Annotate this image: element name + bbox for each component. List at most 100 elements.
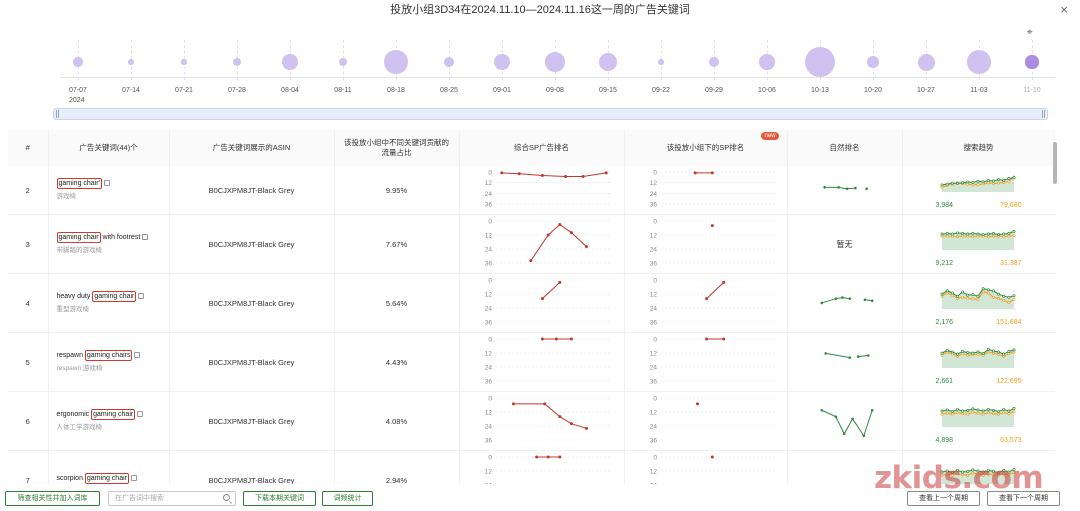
trend-point[interactable] bbox=[986, 407, 990, 411]
rank-point[interactable] bbox=[546, 233, 550, 237]
keyword-text[interactable]: ergonomic gaming chair bbox=[57, 409, 169, 420]
trend-point[interactable] bbox=[940, 409, 943, 412]
rank-point[interactable] bbox=[693, 171, 697, 175]
organic-point[interactable] bbox=[823, 352, 827, 355]
week-bubble[interactable] bbox=[384, 50, 408, 74]
keyword-search-input[interactable]: 在广告词中搜索 bbox=[108, 491, 236, 506]
download-keywords-button[interactable]: 下载本期关键词 bbox=[243, 491, 316, 506]
trend-point[interactable] bbox=[991, 295, 995, 299]
trend-point[interactable] bbox=[991, 288, 995, 292]
trend-point[interactable] bbox=[950, 232, 954, 235]
trend-point[interactable] bbox=[950, 181, 954, 185]
trend-point[interactable] bbox=[965, 412, 969, 416]
trend-point[interactable] bbox=[996, 350, 1000, 353]
trend-point[interactable] bbox=[991, 411, 995, 415]
week-bubble[interactable] bbox=[128, 59, 134, 65]
trend-point[interactable] bbox=[960, 289, 964, 293]
trend-point[interactable] bbox=[991, 348, 995, 352]
organic-point[interactable] bbox=[856, 355, 859, 358]
filter-relevance-button[interactable]: 筛查相关性并加入词库 bbox=[5, 491, 100, 506]
rank-point[interactable] bbox=[540, 174, 544, 178]
keyword-text[interactable]: scorpion gaming chair bbox=[57, 473, 169, 484]
trend-point[interactable] bbox=[955, 230, 959, 234]
organic-point[interactable] bbox=[820, 301, 823, 305]
week-bubble[interactable] bbox=[443, 56, 455, 68]
trend-point[interactable] bbox=[981, 289, 985, 293]
trend-point[interactable] bbox=[945, 182, 949, 186]
organic-point[interactable] bbox=[822, 186, 826, 189]
rank-point[interactable] bbox=[542, 402, 546, 406]
organic-point[interactable] bbox=[848, 297, 851, 300]
table-vertical-scrollbar[interactable] bbox=[1053, 142, 1057, 184]
rank-point[interactable] bbox=[528, 259, 532, 263]
trend-point[interactable] bbox=[965, 408, 969, 412]
rank-point[interactable] bbox=[557, 223, 561, 226]
trend-point[interactable] bbox=[976, 232, 979, 235]
trend-point[interactable] bbox=[1001, 298, 1005, 302]
trend-point[interactable] bbox=[976, 407, 979, 411]
week-bubble[interactable] bbox=[1025, 55, 1039, 69]
week-bubble[interactable] bbox=[545, 52, 565, 72]
trend-point[interactable] bbox=[976, 350, 979, 353]
trend-point[interactable] bbox=[970, 292, 974, 296]
trend-point[interactable] bbox=[1006, 409, 1010, 412]
search-icon[interactable] bbox=[223, 494, 230, 501]
trend-point[interactable] bbox=[950, 409, 954, 413]
rank-point[interactable] bbox=[540, 337, 544, 341]
week-bubble[interactable] bbox=[805, 47, 835, 77]
organic-point[interactable] bbox=[870, 299, 873, 303]
rank-point[interactable] bbox=[511, 402, 515, 406]
trend-point[interactable] bbox=[940, 412, 943, 416]
trend-point[interactable] bbox=[976, 294, 979, 298]
keyword-text[interactable]: heavy duty gaming chair bbox=[57, 291, 169, 302]
trend-point[interactable] bbox=[970, 351, 974, 355]
pin-icon[interactable]: ⌖ bbox=[1027, 27, 1033, 38]
week-bubble[interactable] bbox=[598, 52, 618, 72]
organic-point[interactable] bbox=[836, 186, 840, 189]
rank-point[interactable] bbox=[604, 171, 608, 175]
trend-point[interactable] bbox=[965, 180, 969, 183]
trend-point[interactable] bbox=[1001, 407, 1005, 411]
trend-point[interactable] bbox=[996, 177, 1000, 181]
trend-point[interactable] bbox=[965, 350, 969, 354]
trend-point[interactable] bbox=[1012, 293, 1015, 297]
trend-point[interactable] bbox=[955, 410, 959, 414]
rank-point[interactable] bbox=[569, 337, 573, 341]
trend-point[interactable] bbox=[955, 294, 959, 298]
organic-point[interactable] bbox=[834, 297, 837, 300]
trend-point[interactable] bbox=[1012, 233, 1015, 237]
trend-point[interactable] bbox=[996, 296, 1000, 300]
week-bubble[interactable] bbox=[181, 59, 187, 65]
timeline-scrollbar[interactable] bbox=[53, 108, 1048, 120]
trend-point[interactable] bbox=[1006, 411, 1010, 415]
trend-point[interactable] bbox=[955, 352, 959, 356]
rank-point[interactable] bbox=[695, 402, 699, 406]
week-bubble[interactable] bbox=[708, 56, 720, 68]
rank-point[interactable] bbox=[499, 171, 503, 175]
rank-point[interactable] bbox=[569, 231, 573, 235]
trend-point[interactable] bbox=[960, 409, 964, 412]
trend-point[interactable] bbox=[960, 349, 964, 353]
trend-point[interactable] bbox=[986, 232, 990, 235]
trend-point[interactable] bbox=[996, 232, 1000, 236]
organic-point[interactable] bbox=[820, 408, 823, 412]
trend-point[interactable] bbox=[986, 234, 990, 238]
rank-point[interactable] bbox=[517, 172, 521, 176]
copy-icon[interactable] bbox=[138, 293, 145, 300]
week-bubble[interactable] bbox=[967, 50, 991, 74]
trend-point[interactable] bbox=[945, 348, 949, 352]
scrollbar-left-grip[interactable] bbox=[56, 110, 59, 118]
organic-point[interactable] bbox=[850, 417, 854, 421]
rank-point[interactable] bbox=[557, 415, 561, 419]
organic-point[interactable] bbox=[863, 298, 866, 302]
trend-point[interactable] bbox=[965, 293, 969, 297]
table-row[interactable]: 3 gaming chair with footrest 带脚踏的游戏椅 B0CJXP… bbox=[8, 214, 1055, 274]
rank-point[interactable] bbox=[710, 455, 714, 459]
trend-point[interactable] bbox=[981, 409, 985, 412]
organic-point[interactable] bbox=[834, 415, 837, 418]
rank-point[interactable] bbox=[704, 297, 708, 301]
trend-point[interactable] bbox=[1006, 179, 1010, 183]
trend-point[interactable] bbox=[996, 352, 1000, 356]
keyword-text[interactable]: respawn gaming chairs bbox=[57, 350, 169, 361]
week-bubble[interactable] bbox=[494, 54, 510, 70]
